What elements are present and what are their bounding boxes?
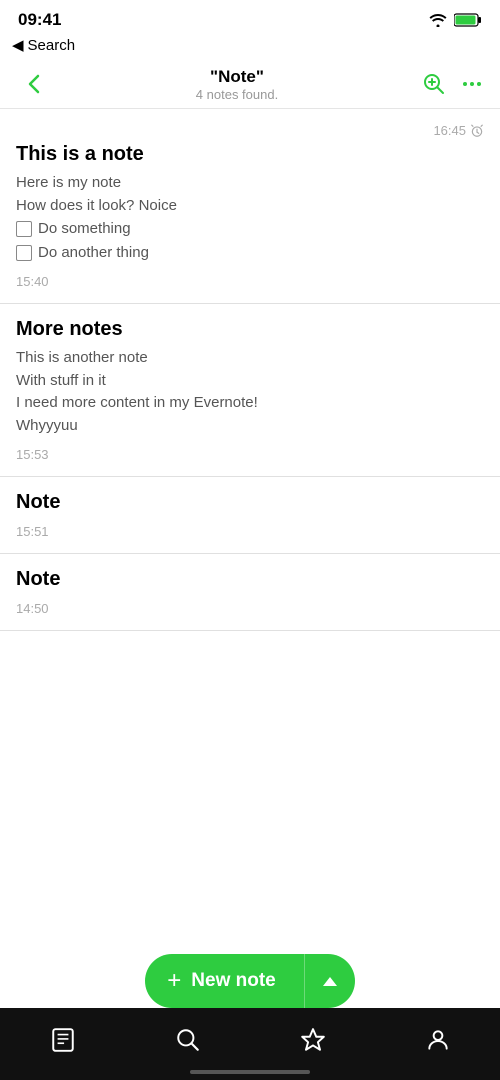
note-1-title: This is a note bbox=[16, 143, 484, 166]
notes-list[interactable]: 16:45 This is a note Here is my note How… bbox=[0, 109, 500, 899]
checkbox-2-box[interactable] bbox=[16, 245, 32, 261]
note-card-4[interactable]: Note 14:50 bbox=[0, 554, 500, 631]
note-card-3[interactable]: Note 15:51 bbox=[0, 477, 500, 554]
header: "Note" 4 notes found. bbox=[0, 62, 500, 109]
chevron-up-icon bbox=[323, 977, 337, 986]
note-1-timestamp-bottom: 15:40 bbox=[16, 274, 484, 289]
note-2-body: This is another note With stuff in it I … bbox=[16, 347, 484, 437]
new-note-button[interactable]: + New note bbox=[145, 954, 354, 1008]
note-4-title: Note bbox=[16, 568, 484, 591]
back-label: Search bbox=[28, 37, 76, 54]
search-plus-icon bbox=[422, 72, 446, 96]
note-4-timestamp-bottom: 14:50 bbox=[16, 601, 484, 616]
home-indicator bbox=[190, 1070, 310, 1074]
nav-account[interactable] bbox=[413, 1015, 463, 1065]
note-2-line-4: Whyyyuu bbox=[16, 415, 484, 438]
note-1-line-1: Here is my note bbox=[16, 172, 484, 195]
alarm-icon bbox=[470, 124, 484, 138]
new-note-label: New note bbox=[191, 970, 275, 992]
search-button[interactable] bbox=[422, 72, 446, 96]
nav-notes[interactable] bbox=[38, 1015, 88, 1065]
status-bar: 09:41 bbox=[0, 0, 500, 34]
star-icon bbox=[300, 1027, 326, 1053]
note-card-1[interactable]: 16:45 This is a note Here is my note How… bbox=[0, 109, 500, 304]
note-2-line-1: This is another note bbox=[16, 347, 484, 370]
note-1-checkbox-2[interactable]: Do another thing bbox=[16, 242, 484, 265]
note-3-title: Note bbox=[16, 491, 484, 514]
new-note-container: + New note bbox=[0, 954, 500, 1008]
note-2-timestamp-bottom: 15:53 bbox=[16, 447, 484, 462]
more-button[interactable] bbox=[460, 72, 484, 96]
bottom-nav bbox=[0, 1008, 500, 1080]
note-2-title: More notes bbox=[16, 318, 484, 341]
header-subtitle: 4 notes found. bbox=[52, 87, 422, 102]
checkbox-1-box[interactable] bbox=[16, 221, 32, 237]
header-center: "Note" 4 notes found. bbox=[52, 67, 422, 102]
notes-icon bbox=[50, 1027, 76, 1053]
person-icon bbox=[425, 1027, 451, 1053]
wifi-icon bbox=[428, 13, 448, 27]
note-1-line-2: How does it look? Noice bbox=[16, 195, 484, 218]
plus-icon: + bbox=[167, 969, 181, 993]
ellipsis-icon bbox=[460, 72, 484, 96]
battery-icon bbox=[454, 13, 482, 27]
note-2-line-2: With stuff in it bbox=[16, 370, 484, 393]
back-arrow-icon: ◀ bbox=[12, 36, 24, 54]
back-nav[interactable]: ◀ Search bbox=[0, 34, 500, 62]
header-title: "Note" bbox=[52, 67, 422, 87]
checkbox-2-label: Do another thing bbox=[38, 242, 149, 265]
back-button[interactable] bbox=[16, 66, 52, 102]
note-card-2[interactable]: More notes This is another note With stu… bbox=[0, 304, 500, 477]
new-note-main: + New note bbox=[145, 969, 303, 993]
chevron-left-icon bbox=[28, 74, 40, 94]
nav-favorites[interactable] bbox=[288, 1015, 338, 1065]
checkbox-1-label: Do something bbox=[38, 218, 131, 241]
status-time: 09:41 bbox=[18, 10, 61, 30]
new-note-expand-button[interactable] bbox=[305, 954, 355, 1008]
header-actions bbox=[422, 72, 484, 96]
note-2-line-3: I need more content in my Evernote! bbox=[16, 392, 484, 415]
note-1-checkbox-1[interactable]: Do something bbox=[16, 218, 484, 241]
nav-search[interactable] bbox=[163, 1015, 213, 1065]
note-1-body: Here is my note How does it look? Noice … bbox=[16, 172, 484, 264]
note-3-timestamp-bottom: 15:51 bbox=[16, 524, 484, 539]
status-icons bbox=[428, 13, 482, 27]
note-1-timestamp-top: 16:45 bbox=[433, 123, 484, 138]
search-icon bbox=[175, 1027, 201, 1053]
